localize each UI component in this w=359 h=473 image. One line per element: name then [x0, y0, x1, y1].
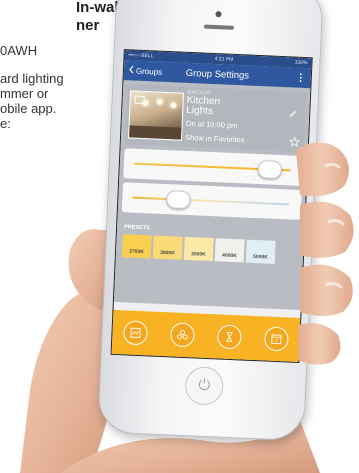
fingers-illustration	[296, 142, 354, 365]
